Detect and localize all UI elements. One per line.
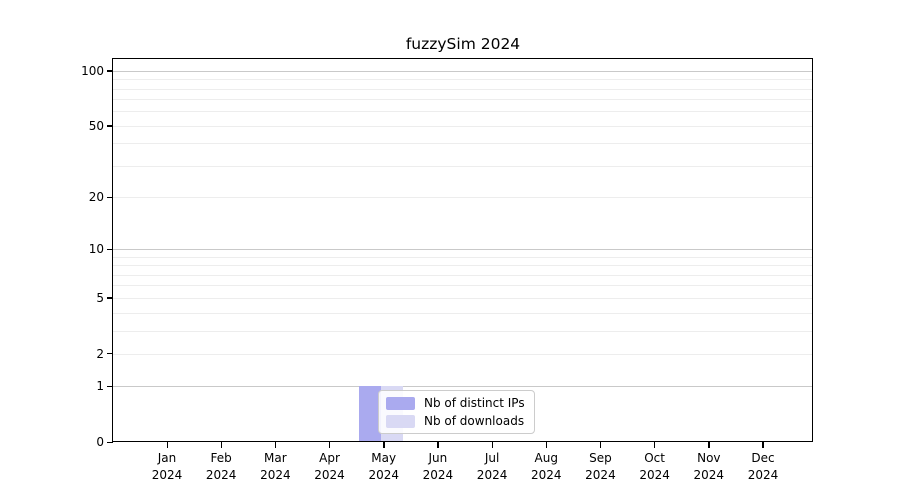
x-tick-label: Sep2024 [585, 450, 616, 483]
legend: Nb of distinct IPs Nb of downloads [378, 390, 535, 434]
x-tick [708, 442, 709, 448]
x-tick [600, 442, 601, 448]
y-tick-label: 20 [60, 189, 104, 205]
x-tick [654, 442, 655, 448]
legend-entry: Nb of distinct IPs [386, 396, 525, 410]
x-tick-label: Oct2024 [639, 450, 670, 483]
x-tick-year: 2024 [694, 467, 725, 484]
x-tick-month: Oct [639, 450, 670, 467]
x-tick-month: Mar [260, 450, 291, 467]
x-tick-label: May2024 [368, 450, 399, 483]
x-tick-year: 2024 [314, 467, 345, 484]
chart-title: fuzzySim 2024 [113, 34, 813, 54]
y-tick-label: 2 [60, 346, 104, 362]
x-tick-label: Dec2024 [748, 450, 779, 483]
legend-swatch [386, 397, 415, 410]
legend-entry: Nb of downloads [386, 414, 525, 428]
x-tick-year: 2024 [531, 467, 562, 484]
x-tick-label: Jan2024 [152, 450, 183, 483]
x-tick-month: Feb [206, 450, 237, 467]
legend-label: Nb of downloads [424, 414, 524, 428]
gridline-minor [113, 331, 813, 332]
x-tick [167, 442, 168, 448]
gridline-minor [113, 354, 813, 355]
gridline-minor [113, 257, 813, 258]
gridline-minor [113, 265, 813, 266]
x-tick-year: 2024 [260, 467, 291, 484]
x-tick [546, 442, 547, 448]
x-tick [275, 442, 276, 448]
x-tick-year: 2024 [585, 467, 616, 484]
y-tick-label: 100 [60, 63, 104, 79]
y-tick-label: 1 [60, 378, 104, 394]
gridline-minor [113, 166, 813, 167]
gridline-major [113, 386, 813, 387]
x-tick-year: 2024 [423, 467, 454, 484]
x-tick-label: Jul2024 [477, 450, 508, 483]
x-tick-label: Nov2024 [694, 450, 725, 483]
gridline-minor [113, 285, 813, 286]
x-tick [383, 442, 384, 448]
x-tick-month: Sep [585, 450, 616, 467]
x-tick-month: Jul [477, 450, 508, 467]
gridline-minor [113, 197, 813, 198]
gridline-minor [113, 298, 813, 299]
x-tick-label: Mar2024 [260, 450, 291, 483]
x-tick [221, 442, 222, 448]
x-tick-year: 2024 [748, 467, 779, 484]
x-tick-label: Feb2024 [206, 450, 237, 483]
x-tick-month: Jan [152, 450, 183, 467]
y-tick [107, 442, 113, 443]
x-tick-year: 2024 [639, 467, 670, 484]
x-tick [437, 442, 438, 448]
x-tick-year: 2024 [152, 467, 183, 484]
x-tick-year: 2024 [477, 467, 508, 484]
gridline-minor [113, 126, 813, 127]
gridline-minor [113, 79, 813, 80]
x-tick-month: Apr [314, 450, 345, 467]
y-tick-label: 5 [60, 290, 104, 306]
plot-area: Nb of distinct IPs Nb of downloads [113, 59, 813, 442]
x-tick-month: May [368, 450, 399, 467]
gridline-minor [113, 143, 813, 144]
gridline-major [113, 249, 813, 250]
x-tick-month: Nov [694, 450, 725, 467]
legend-swatch [386, 415, 415, 428]
x-tick [492, 442, 493, 448]
x-tick-label: Aug2024 [531, 450, 562, 483]
x-tick-year: 2024 [206, 467, 237, 484]
legend-label: Nb of distinct IPs [424, 396, 525, 410]
x-tick [762, 442, 763, 448]
x-tick-month: Dec [748, 450, 779, 467]
gridline-minor [113, 313, 813, 314]
y-tick-label: 10 [60, 241, 104, 257]
gridline-minor [113, 275, 813, 276]
chart-figure: fuzzySim 2024 Nb of distinct IPs Nb of do… [0, 0, 900, 500]
gridline-minor [113, 111, 813, 112]
x-tick-label: Apr2024 [314, 450, 345, 483]
x-tick-month: Aug [531, 450, 562, 467]
y-tick-label: 0 [60, 434, 104, 450]
x-tick [329, 442, 330, 448]
gridline-minor [113, 89, 813, 90]
gridline-minor [113, 99, 813, 100]
gridline-major [113, 71, 813, 72]
y-tick-label: 50 [60, 118, 104, 134]
x-tick-year: 2024 [368, 467, 399, 484]
x-tick-month: Jun [423, 450, 454, 467]
x-tick-label: Jun2024 [423, 450, 454, 483]
